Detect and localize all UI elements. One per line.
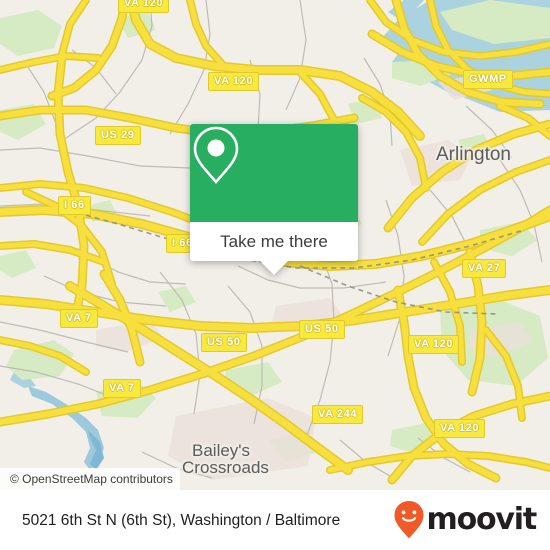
footer-bar: 5021 6th St N (6th St), Washington / Bal… — [0, 490, 550, 550]
road-shield-va120-upper: VA 120 — [208, 72, 260, 91]
road-shield-us29: US 29 — [95, 126, 141, 145]
map-pin-icon — [193, 126, 239, 185]
popup-icon-area — [190, 124, 358, 222]
road-shield-va7-north: VA 7 — [60, 309, 98, 328]
road-shield-va120-east: VA 120 — [408, 335, 460, 354]
popup-action-area[interactable]: Take me there — [190, 222, 358, 261]
road-shield-va27: VA 27 — [462, 259, 507, 278]
address-label: 5021 6th St N (6th St), Washington / Bal… — [22, 511, 341, 529]
take-me-there-label: Take me there — [220, 232, 328, 251]
moovit-brand[interactable]: moovit — [393, 500, 538, 540]
place-label-arlington: Arlington — [436, 144, 511, 165]
place-label-baileys-line2: Crossroads — [182, 458, 269, 477]
osm-attribution[interactable]: © OpenStreetMap contributors — [0, 468, 180, 490]
destination-popup[interactable]: Take me there — [190, 124, 358, 275]
moovit-wordmark: moovit — [426, 502, 538, 537]
road-shield-i66-west: I 66 — [58, 196, 91, 215]
map-screen: Arlington Bailey's Crossroads VA 120 VA … — [0, 0, 550, 550]
road-shield-va120-south: VA 120 — [434, 419, 486, 438]
popup-tail-pointer — [260, 261, 288, 275]
road-shield-va7-south: VA 7 — [103, 379, 141, 398]
road-shield-gwmp: GWMP — [463, 70, 513, 89]
road-shield-va244: VA 244 — [312, 405, 364, 424]
moovit-pin-icon — [394, 501, 424, 539]
road-shield-us50-east: US 50 — [299, 320, 345, 339]
road-shield-va120-north: VA 120 — [118, 0, 170, 13]
map-canvas[interactable]: Arlington Bailey's Crossroads VA 120 VA … — [0, 0, 550, 490]
road-shield-us50-west: US 50 — [201, 333, 247, 352]
